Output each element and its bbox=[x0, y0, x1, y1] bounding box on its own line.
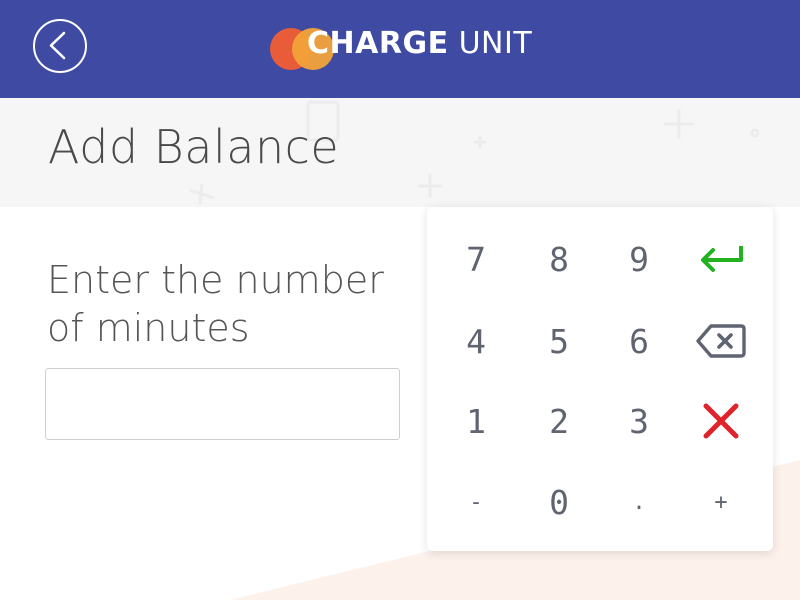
key-3[interactable]: 3 bbox=[598, 381, 680, 461]
minutes-input[interactable] bbox=[45, 368, 400, 440]
key-plus[interactable]: + bbox=[680, 462, 762, 542]
key-0[interactable]: 0 bbox=[518, 462, 600, 542]
key-7[interactable]: 7 bbox=[435, 219, 517, 299]
key-8[interactable]: 8 bbox=[518, 219, 600, 299]
clear-button[interactable] bbox=[680, 381, 762, 461]
key-4[interactable]: 4 bbox=[435, 301, 517, 381]
key-5[interactable]: 5 bbox=[518, 301, 600, 381]
key-decimal[interactable]: . bbox=[598, 462, 680, 542]
enter-button[interactable] bbox=[680, 219, 762, 299]
key-2[interactable]: 2 bbox=[518, 381, 600, 461]
key-9[interactable]: 9 bbox=[598, 219, 680, 299]
enter-icon bbox=[701, 246, 743, 272]
brand-name-light: UNIT bbox=[448, 26, 533, 61]
key-6[interactable]: 6 bbox=[598, 301, 680, 381]
minutes-prompt: Enter the number of minutes bbox=[47, 258, 384, 350]
key-minus[interactable]: - bbox=[435, 462, 517, 542]
page-title: Add Balance bbox=[48, 120, 340, 174]
backspace-button[interactable] bbox=[680, 301, 762, 381]
numeric-keypad: 7 8 9 4 5 6 1 2 3 - 0 . + bbox=[427, 207, 773, 551]
brand-name-bold: CHARGE bbox=[307, 26, 449, 61]
app-header: CHARGE UNIT bbox=[0, 0, 800, 98]
clear-x-icon bbox=[703, 403, 739, 439]
back-button[interactable] bbox=[33, 19, 87, 73]
brand-name: CHARGE UNIT bbox=[307, 26, 532, 61]
key-1[interactable]: 1 bbox=[435, 381, 517, 461]
chevron-left-icon bbox=[49, 31, 66, 60]
backspace-icon bbox=[696, 324, 746, 358]
